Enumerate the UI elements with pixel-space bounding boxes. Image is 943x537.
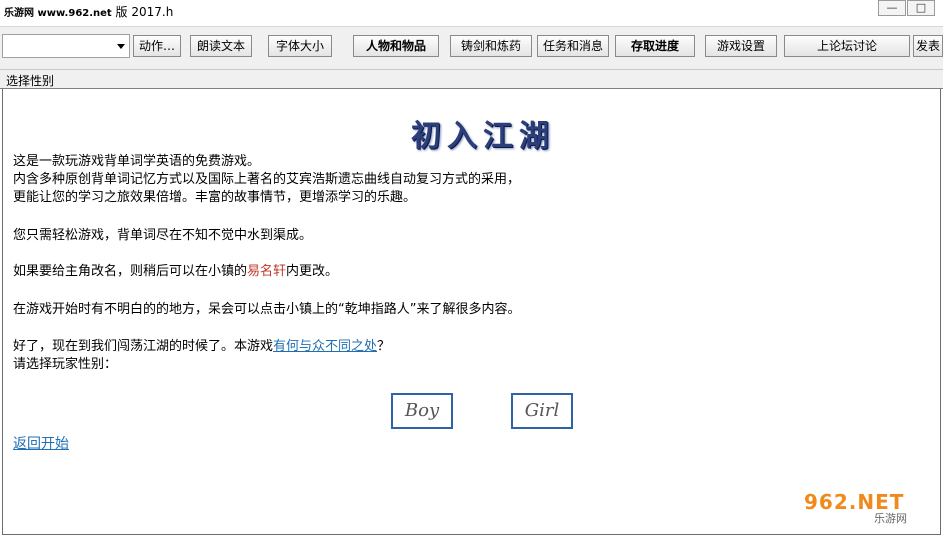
window-titlebar: 乐游网 www.962.net 版 2017.h — □ [0, 0, 943, 27]
window-title: 乐游网 www.962.net 版 2017.h [4, 3, 173, 20]
site-label: 乐游网 www.962.net [4, 8, 112, 19]
rename-after: 内更改。 [286, 264, 339, 279]
intro-line-2: 内含多种原创背单词记忆方式以及国际上著名的艾宾浩斯遗忘曲线自动复习方式的采用， [13, 172, 521, 187]
help-line: 在游戏开始时有不明白的的地方，呆会可以点击小镇上的“乾坤指路人”来了解很多内容。 [13, 302, 521, 317]
section-label-bar: 选择性别 [0, 70, 943, 89]
rename-before: 如果要给主角改名，则稍后可以在小镇的 [13, 264, 248, 279]
journey-before: 好了，现在到我们闯荡江湖的时候了。本游戏 [13, 339, 274, 354]
intro-line-3: 更能让您的学习之旅效果倍增。丰富的故事情节，更增添学习的乐趣。 [13, 190, 417, 205]
page-title: 初入江湖 [411, 119, 555, 154]
intro-line-1: 这是一款玩游戏背单词学英语的免费游戏。 [13, 154, 261, 169]
journey-line: 好了，现在到我们闯荡江湖的时候了。本游戏有何与众不同之处？ [13, 338, 390, 356]
journey-after: ？ [377, 339, 391, 354]
game-settings-button[interactable]: 游戏设置 [705, 35, 777, 57]
characters-items-button[interactable]: 人物和物品 [353, 35, 439, 57]
tasks-messages-button[interactable]: 任务和消息 [537, 35, 609, 57]
boy-button[interactable]: Boy [391, 393, 453, 429]
girl-button[interactable]: Girl [511, 393, 573, 429]
toolbar: 动作… 朗读文本 字体大小 人物和物品 铸剑和炼药 任务和消息 存取进度 游戏设… [0, 27, 943, 70]
gender-prompt: 请选择玩家性别： [13, 357, 118, 372]
minimize-button[interactable]: — [878, 0, 906, 16]
main-content: 初入江湖 这是一款玩游戏背单词学英语的免费游戏。 内含多种原创背单词记忆方式以及… [2, 89, 941, 535]
watermark-site-name: 乐游网 [874, 512, 907, 525]
rename-shop-highlight: 易名轩 [247, 264, 287, 279]
site-watermark: 962.NET 乐游网 [804, 490, 934, 528]
post-button[interactable]: 发表 [913, 35, 943, 57]
title-suffix: 版 2017.h [115, 5, 174, 19]
forge-alchemy-button[interactable]: 铸剑和炼药 [450, 35, 532, 57]
save-load-button[interactable]: 存取进度 [615, 35, 695, 57]
back-to-start-link[interactable]: 返回开始 [13, 433, 69, 453]
chevron-down-icon[interactable] [117, 44, 125, 49]
font-size-button[interactable]: 字体大小 [268, 35, 332, 57]
maximize-button[interactable]: □ [907, 0, 935, 16]
features-link[interactable]: 有何与众不同之处 [273, 339, 377, 354]
relax-line: 您只需轻松游戏，背单词尽在不知不觉中水到渠成。 [13, 228, 313, 243]
action-button[interactable]: 动作… [133, 35, 181, 57]
section-label: 选择性别 [6, 74, 55, 88]
read-text-button[interactable]: 朗读文本 [190, 35, 252, 57]
action-combo[interactable] [2, 34, 130, 58]
forum-button[interactable]: 上论坛讨论 [784, 35, 910, 57]
rename-line: 如果要给主角改名，则稍后可以在小镇的易名轩内更改。 [13, 263, 338, 281]
